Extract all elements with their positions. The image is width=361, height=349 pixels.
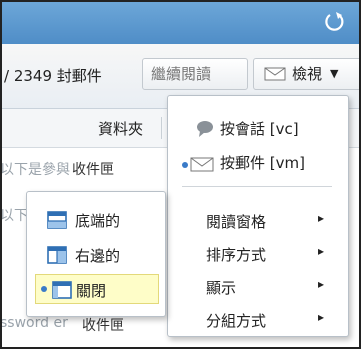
continue-reading-button[interactable]: 繼續閱讀: [142, 58, 248, 90]
menu-item-label: 按會話 [vc]: [220, 120, 299, 138]
title-bar: [0, 0, 361, 44]
submenu-item-label: 底端的: [75, 212, 121, 230]
pane-off-icon: [52, 281, 72, 299]
menu-item-label: 按郵件 [vm]: [220, 154, 305, 172]
menu-item-sort-by[interactable]: 排序方式 ▸: [168, 240, 348, 270]
envelope-icon: [264, 67, 286, 81]
submenu-item-off[interactable]: 關閉: [35, 274, 159, 304]
reading-pane-submenu: 底端的 右邊的 關閉: [26, 191, 166, 317]
menu-item-by-conversation[interactable]: 按會話 [vc]: [168, 114, 348, 144]
submenu-arrow-icon: ▸: [318, 211, 325, 225]
column-divider[interactable]: [161, 117, 162, 139]
list-item-folder: 收件匣: [72, 162, 114, 178]
list-item-folder: 收件匣: [82, 318, 124, 334]
menu-item-label: 閱讀窗格: [206, 213, 267, 231]
menu-item-label: 顯示: [206, 279, 237, 297]
pane-right-icon: [47, 246, 67, 264]
selected-radio-icon: [182, 162, 188, 168]
envelope-icon: [190, 157, 214, 172]
submenu-arrow-icon: ▸: [318, 244, 325, 258]
chevron-down-icon: ▼: [330, 67, 339, 80]
menu-item-by-message[interactable]: 按郵件 [vm]: [168, 148, 348, 178]
selected-radio-icon: [41, 286, 47, 292]
menu-item-group-by[interactable]: 分組方式 ▸: [168, 306, 348, 336]
submenu-item-label: 右邊的: [75, 247, 121, 265]
submenu-arrow-icon: ▸: [318, 277, 325, 291]
pane-bottom-icon: [47, 211, 67, 229]
menu-item-show[interactable]: 顯示 ▸: [168, 273, 348, 303]
folder-column-header[interactable]: 資料夾: [98, 118, 143, 139]
submenu-item-label: 關閉: [76, 282, 107, 300]
submenu-item-right[interactable]: 右邊的: [35, 240, 159, 270]
refresh-icon[interactable]: [321, 9, 347, 35]
speech-bubble-icon: [197, 121, 213, 137]
submenu-arrow-icon: ▸: [318, 310, 325, 324]
view-menu: 按會話 [vc] 按郵件 [vm] 閱讀窗格 ▸ 排序方式 ▸ 顯示 ▸ 分組方…: [167, 95, 349, 337]
menu-item-label: 排序方式: [206, 246, 267, 264]
list-item-preview: 以下是參與: [0, 162, 70, 178]
submenu-item-bottom[interactable]: 底端的: [35, 205, 159, 235]
menu-separator: [182, 186, 332, 187]
message-count: / 2349 封郵件: [4, 67, 102, 85]
menu-item-label: 分組方式: [206, 312, 267, 330]
menu-item-reading-pane[interactable]: 閱讀窗格 ▸: [168, 207, 348, 237]
list-item-preview: ssword er: [0, 315, 68, 331]
view-button[interactable]: 檢視 ▼: [253, 58, 361, 90]
view-button-label: 檢視: [292, 65, 323, 83]
list-item-preview: 以下: [0, 208, 28, 224]
